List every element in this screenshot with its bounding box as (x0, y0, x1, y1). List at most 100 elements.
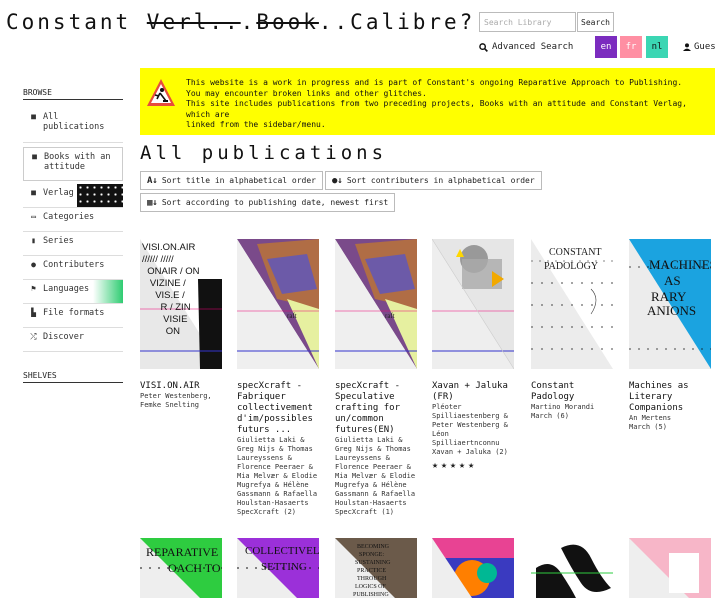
sidebar-item-contributers[interactable]: ● Contributers (23, 256, 123, 280)
book-authors[interactable]: Pléoter Spilliaestenberg & Peter Westenb… (432, 403, 516, 448)
sidebar-item-languages[interactable]: ⚑ Languages (23, 280, 123, 304)
advanced-search-label: Advanced Search (492, 42, 574, 52)
book-cover[interactable] (432, 239, 514, 369)
book-card[interactable]: CONSTANT PADOLOGY Constant Padology Mart… (531, 239, 615, 421)
sort-title-button[interactable]: A↓ Sort title in alphabetical order (140, 171, 323, 190)
book-card[interactable]: raft specXcraft - Speculative crafting f… (335, 239, 419, 517)
cover-art (629, 538, 711, 598)
sort-date-icon: ▦↓ (147, 197, 158, 208)
book-cover[interactable] (432, 538, 514, 598)
sidebar-nav: ■ All publications ■ Books with an attit… (23, 108, 123, 352)
language-nl-button[interactable]: nl (646, 36, 668, 58)
book-authors[interactable]: Giulietta Laki & Greg Nijs & Thomas Laur… (237, 436, 321, 508)
book-series[interactable]: SpecXcraft (2) (237, 508, 321, 517)
sidebar-item-all-publications[interactable]: ■ All publications (23, 108, 123, 143)
banner-line: You may encounter broken links and other… (186, 88, 427, 98)
guest-label: Guest (694, 42, 715, 52)
languages-highlight (93, 280, 123, 303)
cover-art (432, 538, 514, 598)
book-card[interactable]: Xavan + Jaluka (FR) Pléoter Spilliaesten… (432, 239, 516, 471)
sidebar-item-discover[interactable]: ⤮ Discover (23, 328, 123, 352)
search-input[interactable] (479, 12, 576, 32)
sidebar-item-books-with-an-attitude[interactable]: ■ Books with an attitude (23, 147, 123, 181)
svg-text:SUSTAINING: SUSTAINING (355, 560, 391, 566)
language-en-button[interactable]: en (595, 36, 617, 58)
book-cover[interactable] (531, 538, 613, 598)
user-icon: ● (31, 260, 36, 269)
svg-text:THROUGH: THROUGH (357, 576, 387, 582)
language-fr-button[interactable]: fr (620, 36, 642, 58)
book-authors[interactable]: Peter Westenberg, Femke Snelting (140, 392, 224, 410)
shuffle-icon: ⤮ (30, 332, 37, 341)
user-icon (683, 43, 691, 51)
bookmark-icon: ▮ (31, 236, 36, 245)
search-button[interactable]: Search (577, 12, 614, 32)
book-title[interactable]: specXcraft - Fabriquer collectivement d'… (237, 381, 321, 436)
banner-line: linked from the sidebar/menu. (186, 120, 326, 129)
banner-line: This website is a work in progress and i… (186, 78, 683, 87)
book-cover[interactable]: REPARATIVE OACH TO (140, 538, 222, 598)
book-series[interactable]: SpecXcraft (1) (335, 508, 419, 517)
roadwork-warning-icon (147, 79, 175, 106)
book-card[interactable]: VISI.ON.AIR////// ///// ONAIR / ON VIZIN… (140, 239, 224, 410)
book-cover[interactable]: BECOMING SPONGE: SUSTAINING PRACTICE THR… (335, 538, 417, 598)
sidebar-item-categories[interactable]: ▭ Categories (23, 208, 123, 232)
sort-title-label: Sort title in alphabetical order (161, 176, 316, 185)
sidebar-item-label: Contributers (43, 260, 105, 270)
book-cover[interactable] (629, 538, 711, 598)
sidebar-item-series[interactable]: ▮ Series (23, 232, 123, 256)
svg-text:REPARATIVE: REPARATIVE (146, 545, 218, 559)
book-icon: ■ (31, 112, 36, 121)
verlag-pattern (77, 184, 123, 207)
sidebar-item-verlag[interactable]: ■ Verlag (23, 184, 123, 208)
book-card[interactable]: MACHINES AS RARY ANIONS Machines as Lite… (629, 239, 713, 432)
cover-art: MACHINES AS RARY ANIONS (629, 239, 711, 369)
book-card[interactable]: raft specXcraft - Fabriquer collectiveme… (237, 239, 321, 517)
cover-title-overlay: VISI.ON.AIR////// ///// ONAIR / ON VIZIN… (142, 242, 200, 337)
cover-art (432, 239, 514, 369)
svg-text:raft: raft (385, 312, 395, 320)
sort-contrib-label: Sort contributers in alphabetical order (346, 176, 535, 185)
book-cover[interactable]: COLLECTIVELY SETTING (237, 538, 319, 598)
book-cover[interactable]: CONSTANT PADOLOGY (531, 239, 613, 369)
book-title[interactable]: specXcraft - Speculative crafting for un… (335, 381, 419, 436)
cover-art (531, 538, 613, 598)
sort-date-button[interactable]: ▦↓ Sort according to publishing date, ne… (140, 193, 396, 212)
svg-text:SPONGE:: SPONGE: (359, 552, 384, 558)
book-series[interactable]: March (6) (531, 412, 615, 421)
shelves-heading: SHELVES (23, 371, 123, 383)
site-title[interactable]: Constant Verl...Book..Calibre?! (6, 10, 491, 34)
book-cover[interactable]: MACHINES AS RARY ANIONS (629, 239, 711, 369)
file-icon: ▙ (31, 308, 36, 317)
book-authors[interactable]: Giulietta Laki & Greg Nijs & Thomas Laur… (335, 436, 419, 508)
book-authors[interactable]: Martino Morandi (531, 403, 615, 412)
notice-banner: This website is a work in progress and i… (140, 68, 715, 135)
svg-text:COLLECTIVELY: COLLECTIVELY (245, 545, 319, 557)
sidebar-item-label: Categories (43, 212, 95, 222)
title-part2: ..Calibre?! (318, 10, 491, 34)
book-title[interactable]: VISI.ON.AIR (140, 381, 224, 392)
cover-art: BECOMING SPONGE: SUSTAINING PRACTICE THR… (335, 538, 417, 598)
svg-text:PUBLISHING: PUBLISHING (353, 592, 389, 598)
banner-line: This site includes publications from two… (186, 99, 687, 119)
book-cover[interactable]: raft (237, 239, 319, 369)
book-title[interactable]: Constant Padology (531, 381, 615, 403)
banner-text: This website is a work in progress and i… (186, 78, 709, 131)
book-series[interactable]: Xavan + Jaluka (2) (432, 448, 516, 457)
svg-text:PADOLOGY: PADOLOGY (544, 261, 598, 272)
book-title[interactable]: Machines as Literary Companions (629, 381, 713, 414)
book-cover[interactable]: VISI.ON.AIR////// ///// ONAIR / ON VIZIN… (140, 239, 222, 369)
guest-link[interactable]: Guest (683, 42, 715, 52)
book-authors[interactable]: An Mertens (629, 414, 713, 423)
book-cover[interactable]: raft (335, 239, 417, 369)
book-series[interactable]: March (5) (629, 423, 713, 432)
sidebar-item-label: Discover (43, 332, 84, 342)
advanced-search-link[interactable]: Advanced Search (479, 42, 573, 52)
svg-text:RARY: RARY (651, 289, 687, 304)
book-title[interactable]: Xavan + Jaluka (FR) (432, 381, 516, 403)
sidebar-item-file-formats[interactable]: ▙ File formats (23, 304, 123, 328)
book-icon: ■ (31, 188, 36, 197)
sort-contributers-button[interactable]: ●↓ Sort contributers in alphabetical ord… (325, 171, 542, 190)
cover-art: COLLECTIVELY SETTING (237, 538, 319, 598)
sort-alpha-icon: A↓ (147, 175, 158, 186)
